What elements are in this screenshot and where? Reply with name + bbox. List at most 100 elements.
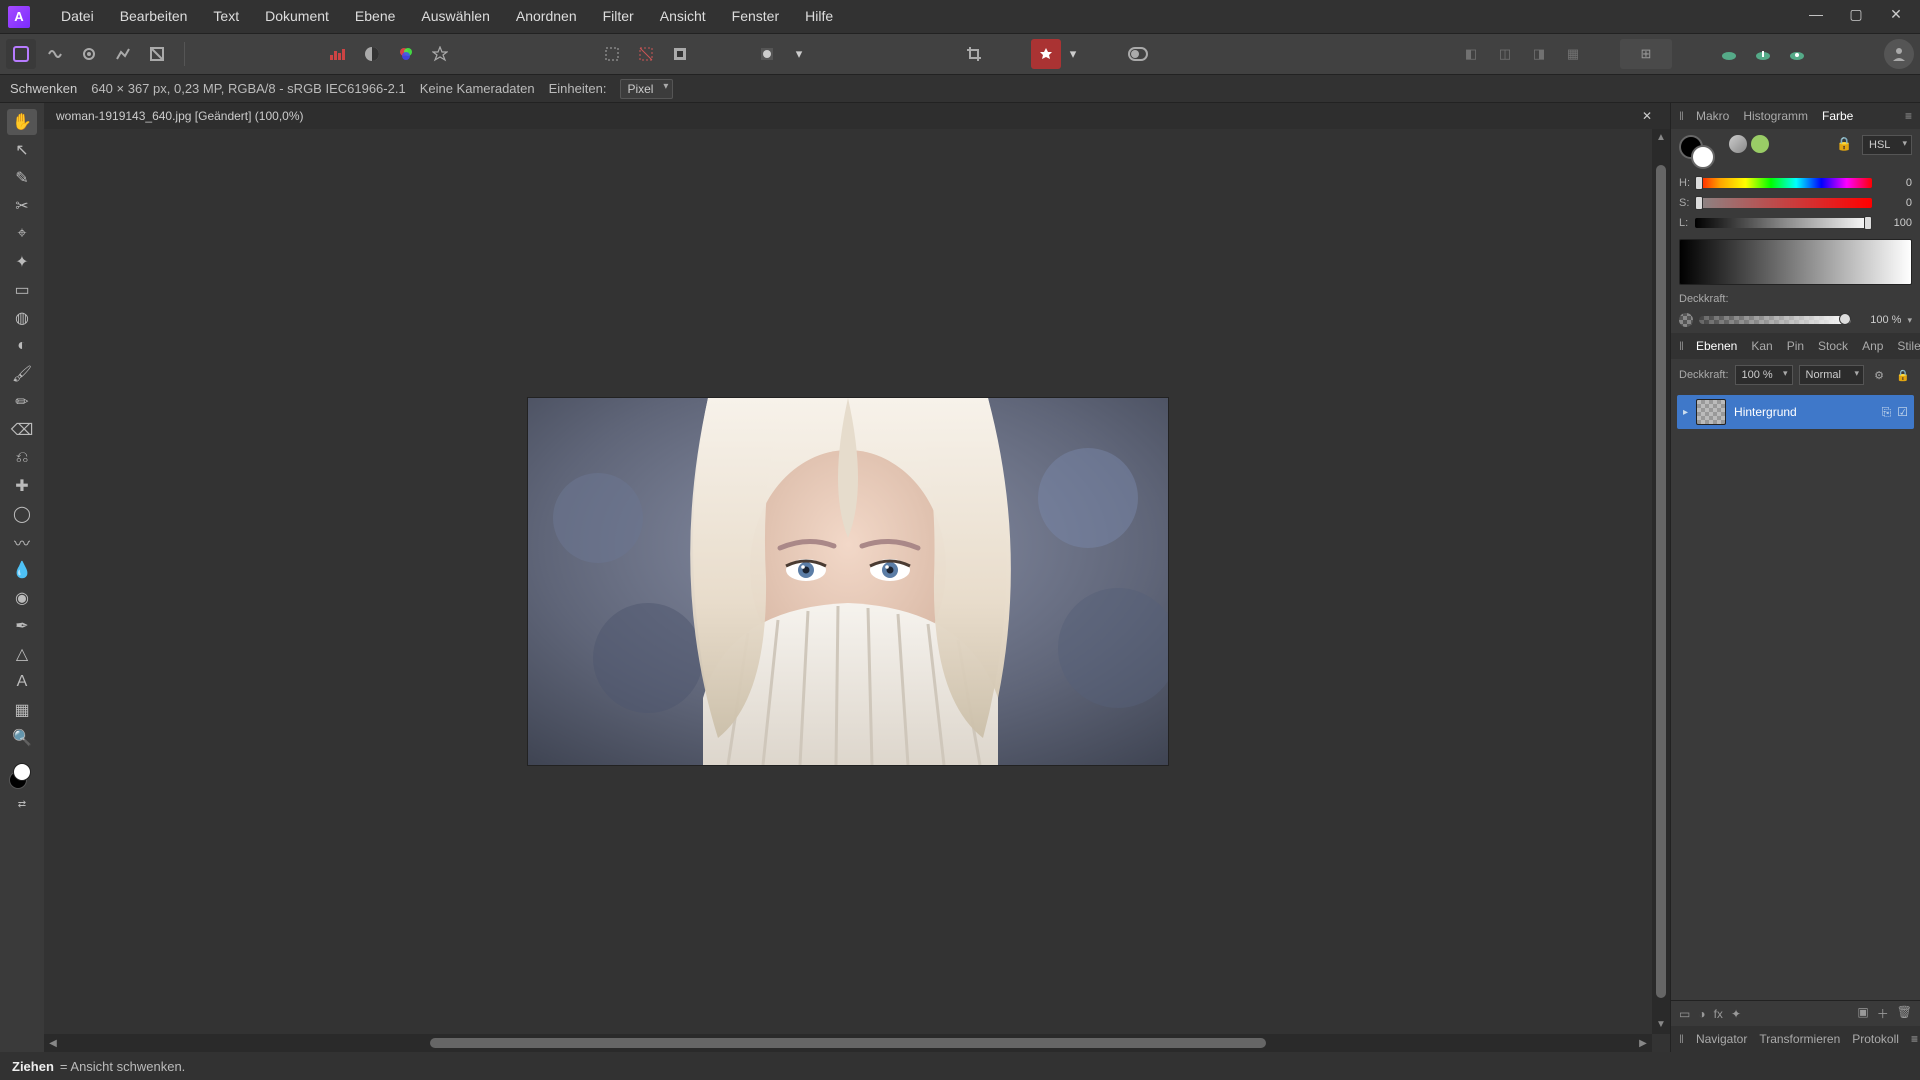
layer-mask-icon[interactable]: ▭ xyxy=(1679,1007,1690,1021)
scroll-thumb-horizontal[interactable] xyxy=(430,1038,1266,1048)
tab-stile[interactable]: Stile xyxy=(1895,339,1920,353)
menu-arrange[interactable]: Anordnen xyxy=(503,0,590,33)
cloud-save-icon[interactable] xyxy=(1782,39,1812,69)
tab-stock[interactable]: Stock xyxy=(1816,339,1850,353)
layer-link-icon[interactable]: ⎘ xyxy=(1882,405,1892,420)
tool-crop-icon[interactable]: ✂ xyxy=(7,193,37,219)
tool-hand-icon[interactable]: ✋ xyxy=(7,109,37,135)
autowhitebalance-icon[interactable] xyxy=(425,39,455,69)
tool-dodge-icon[interactable]: ◯ xyxy=(7,501,37,527)
menu-select[interactable]: Auswählen xyxy=(408,0,503,33)
layer-group-icon[interactable]: ▣ xyxy=(1857,1005,1868,1022)
tab-ebenen[interactable]: Ebenen xyxy=(1694,339,1739,353)
tool-pen-icon[interactable]: ✒ xyxy=(7,613,37,639)
window-minimize-icon[interactable]: — xyxy=(1796,0,1836,28)
opacity-slider[interactable] xyxy=(1699,316,1851,324)
menu-view[interactable]: Ansicht xyxy=(647,0,719,33)
scroll-thumb-vertical[interactable] xyxy=(1656,165,1666,998)
lit-value[interactable]: 100 xyxy=(1878,217,1912,229)
color-swatch-pair[interactable] xyxy=(9,763,35,789)
menu-edit[interactable]: Bearbeiten xyxy=(107,0,201,33)
color-mode-select[interactable]: HSL xyxy=(1862,135,1912,155)
layer-item[interactable]: ▸ Hintergrund ⎘ ☑ xyxy=(1677,395,1914,429)
noise-color-icon[interactable] xyxy=(1751,135,1769,153)
lock-icon[interactable]: 🔒 xyxy=(1836,136,1852,151)
tab-makro[interactable]: Makro xyxy=(1694,109,1731,123)
menu-help[interactable]: Hilfe xyxy=(792,0,846,33)
tool-shape-icon[interactable]: △ xyxy=(7,641,37,667)
tab-navigator[interactable]: Navigator xyxy=(1696,1032,1747,1046)
layer-delete-icon[interactable]: 🗑 xyxy=(1897,1005,1912,1022)
panel-swatch-pair[interactable] xyxy=(1679,135,1719,169)
document-tab[interactable]: woman-1919143_640.jpg [Geändert] (100,0%… xyxy=(44,103,1670,129)
tool-eraser-icon[interactable]: ⌫ xyxy=(7,417,37,443)
vertical-scrollbar[interactable]: ▲ ▼ xyxy=(1652,129,1670,1034)
cloud-sync-icon[interactable] xyxy=(1714,39,1744,69)
layer-blend-select[interactable]: Normal xyxy=(1799,365,1864,385)
panel-handle-icon[interactable]: ‖ xyxy=(1679,339,1684,353)
layer-add-icon[interactable]: ＋ xyxy=(1877,1005,1889,1022)
menu-document[interactable]: Dokument xyxy=(252,0,342,33)
persona-photo-icon[interactable] xyxy=(6,39,36,69)
opacity-none-icon[interactable] xyxy=(1679,313,1693,327)
panel-handle-icon[interactable]: ‖ xyxy=(1679,109,1684,123)
tab-pin[interactable]: Pin xyxy=(1785,339,1806,353)
tool-pixelbrush-icon[interactable]: ✏ xyxy=(7,389,37,415)
tab-transformieren[interactable]: Transformieren xyxy=(1759,1032,1840,1046)
crop-icon[interactable] xyxy=(959,39,989,69)
tool-redeye-icon[interactable]: ◉ xyxy=(7,585,37,611)
selection-none-icon[interactable] xyxy=(631,39,661,69)
hue-slider[interactable] xyxy=(1695,178,1872,188)
swatch-swap-icon[interactable]: ⇄ xyxy=(7,791,37,817)
layer-fxadd-icon[interactable]: fx xyxy=(1714,1007,1723,1021)
account-icon[interactable] xyxy=(1884,39,1914,69)
scroll-left-icon[interactable]: ◀ xyxy=(44,1038,62,1049)
autolevels-icon[interactable] xyxy=(323,39,353,69)
quickmask-icon[interactable] xyxy=(747,39,787,69)
lit-slider[interactable] xyxy=(1695,218,1872,228)
persona-tonemap-icon[interactable] xyxy=(108,39,138,69)
layer-lock-icon[interactable]: 🔒 xyxy=(1894,366,1912,384)
tab-kan[interactable]: Kan xyxy=(1749,339,1774,353)
tab-protokoll[interactable]: Protokoll xyxy=(1852,1032,1899,1046)
snapping-icon[interactable]: ⊞ xyxy=(1620,39,1672,69)
sat-value[interactable]: 0 xyxy=(1878,197,1912,209)
assistant-icon[interactable] xyxy=(1031,39,1061,69)
toggle-ui-icon[interactable] xyxy=(1123,39,1153,69)
tool-move-icon[interactable]: ↖ xyxy=(7,137,37,163)
cloud-open-icon[interactable] xyxy=(1748,39,1778,69)
panel-menu-icon[interactable]: ≡ xyxy=(1905,109,1912,123)
tab-histogramm[interactable]: Histogramm xyxy=(1741,109,1810,123)
tool-colorpicker-icon[interactable]: ✎ xyxy=(7,165,37,191)
tool-gradient-icon[interactable]: ◐ xyxy=(7,333,37,359)
sat-slider[interactable] xyxy=(1695,198,1872,208)
autocolor-icon[interactable] xyxy=(391,39,421,69)
panel-menu-icon[interactable]: ≡ xyxy=(1911,1032,1918,1046)
scroll-down-icon[interactable]: ▼ xyxy=(1656,1016,1666,1034)
tool-healing-icon[interactable]: ✚ xyxy=(7,473,37,499)
menu-window[interactable]: Fenster xyxy=(719,0,792,33)
menu-text[interactable]: Text xyxy=(200,0,252,33)
tool-blur-icon[interactable]: 💧 xyxy=(7,557,37,583)
opacity-value[interactable]: 100 % xyxy=(1857,314,1901,326)
panel-handle-icon[interactable]: ‖ xyxy=(1679,1032,1684,1046)
opacity-dropdown-icon[interactable]: ▾ xyxy=(1907,315,1912,326)
menu-layer[interactable]: Ebene xyxy=(342,0,408,33)
layer-visible-icon[interactable]: ☑ xyxy=(1897,405,1908,420)
hue-value[interactable]: 0 xyxy=(1878,177,1912,189)
window-maximize-icon[interactable]: ▢ xyxy=(1836,0,1876,28)
selection-invert-icon[interactable] xyxy=(665,39,695,69)
eyedropper-icon[interactable] xyxy=(1729,135,1747,153)
window-close-icon[interactable]: ✕ xyxy=(1876,0,1916,28)
tool-zoom-icon[interactable]: 🔍 xyxy=(7,725,37,751)
layer-adjust-icon[interactable]: ◑ xyxy=(1698,1007,1705,1021)
tool-clone-icon[interactable]: ⎌ xyxy=(7,445,37,471)
assistant-dropdown-icon[interactable]: ▾ xyxy=(1065,39,1081,69)
quickmask-dropdown-icon[interactable]: ▾ xyxy=(791,39,807,69)
tool-text-icon[interactable]: A xyxy=(7,669,37,695)
tool-mesh-icon[interactable]: ▦ xyxy=(7,697,37,723)
selection-all-icon[interactable] xyxy=(597,39,627,69)
canvas-viewport[interactable] xyxy=(44,129,1652,1034)
menu-file[interactable]: Datei xyxy=(48,0,107,33)
persona-liquify-icon[interactable] xyxy=(40,39,70,69)
